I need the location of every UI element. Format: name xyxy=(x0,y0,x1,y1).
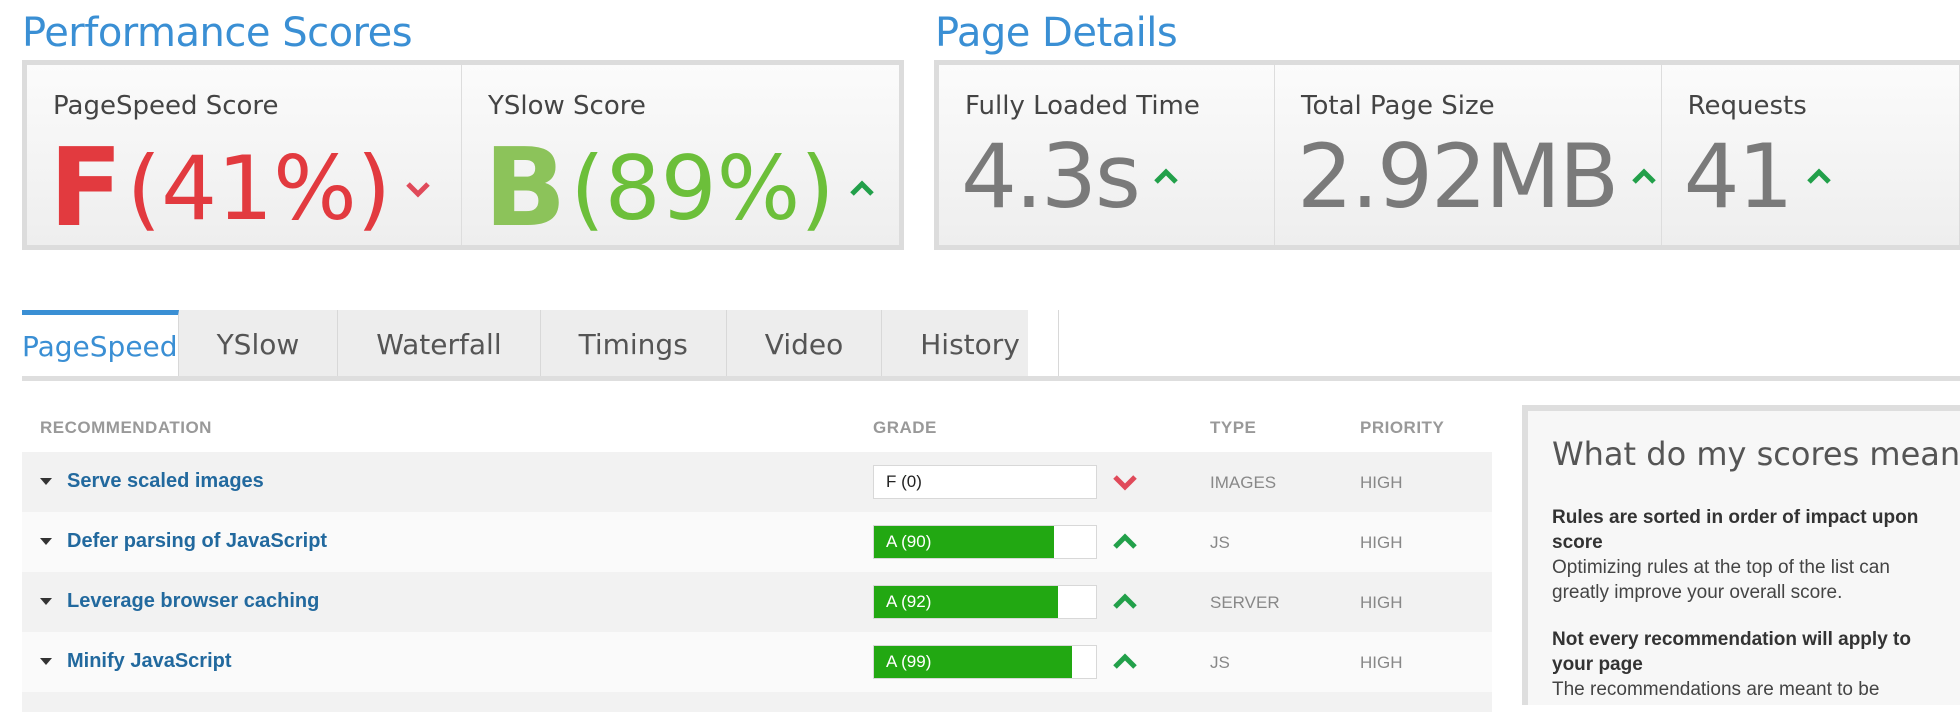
table-header: RECOMMENDATION GRADE TYPE PRIORITY xyxy=(22,400,1492,452)
fully-loaded-time-label: Fully Loaded Time xyxy=(965,91,1200,121)
yslow-score-label: YSlow Score xyxy=(488,91,646,121)
recommendation-link[interactable]: Defer parsing of JavaScript xyxy=(67,530,327,553)
trend-down-icon xyxy=(406,182,430,198)
grade-bar: F (0) xyxy=(873,465,1097,499)
yslow-percent: (89%) xyxy=(570,137,835,240)
grade-value: A (92) xyxy=(886,592,932,611)
grade-value: A (90) xyxy=(886,532,932,551)
tab-timings[interactable]: Timings xyxy=(541,310,727,378)
table-row[interactable]: Minify JavaScript A (99) JS HIGH xyxy=(22,632,1492,692)
pagespeed-score-card: PageSpeed Score F (41%) xyxy=(27,65,462,245)
total-page-size-card: Total Page Size 2.92MB xyxy=(1275,65,1662,245)
trend-up-icon xyxy=(1154,168,1178,184)
help-block-text: The recommendations are meant to be xyxy=(1552,679,1880,700)
help-block-heading: Not every recommendation will apply to y… xyxy=(1552,629,1911,675)
expand-caret-icon[interactable] xyxy=(40,598,52,605)
trend-down-icon xyxy=(1113,475,1137,491)
priority-value: HIGH xyxy=(1360,473,1403,492)
type-value: IMAGES xyxy=(1210,473,1277,492)
trend-up-icon xyxy=(1113,653,1137,669)
page-details-title: Page Details xyxy=(935,10,1178,56)
priority-value: HIGH xyxy=(1360,653,1403,672)
help-title: What do my scores mean? xyxy=(1552,435,1960,473)
performance-scores-title: Performance Scores xyxy=(22,10,413,56)
type-value: JS xyxy=(1210,533,1230,552)
trend-up-icon xyxy=(1113,593,1137,609)
priority-value: HIGH xyxy=(1360,593,1403,612)
table-row[interactable]: Leverage browser caching A (92) SERVER H… xyxy=(22,572,1492,632)
tab-divider xyxy=(22,376,1960,381)
total-page-size-label: Total Page Size xyxy=(1301,91,1495,121)
help-block-heading: Rules are sorted in order of impact upon… xyxy=(1552,507,1919,553)
recommendation-link[interactable]: Serve scaled images xyxy=(67,470,264,493)
recommendation-link[interactable]: Minify JavaScript xyxy=(67,650,232,673)
trend-up-icon xyxy=(1806,168,1831,184)
tab-history[interactable]: History xyxy=(882,310,1059,378)
yslow-score-card: YSlow Score B (89%) xyxy=(462,65,899,245)
grade-bar: A (90) xyxy=(873,525,1097,559)
expand-caret-icon[interactable] xyxy=(40,478,52,485)
grade-bar: A (92) xyxy=(873,585,1097,619)
expand-caret-icon[interactable] xyxy=(40,658,52,665)
header-recommendation[interactable]: RECOMMENDATION xyxy=(40,418,212,438)
requests-card: Requests 41 xyxy=(1662,65,1959,245)
tab-video[interactable]: Video xyxy=(727,310,883,378)
table-row[interactable]: Serve scaled images F (0) IMAGES HIGH xyxy=(22,452,1492,512)
grade-value: F (0) xyxy=(886,472,922,491)
table-row[interactable]: Defer parsing of JavaScript A (90) JS HI… xyxy=(22,512,1492,572)
pagespeed-percent: (41%) xyxy=(126,137,392,240)
header-priority[interactable]: PRIORITY xyxy=(1360,418,1444,438)
requests-value: 41 xyxy=(1683,125,1794,228)
report-tabs: PageSpeed YSlow Waterfall Timings Video … xyxy=(22,310,1059,378)
tab-waterfall[interactable]: Waterfall xyxy=(338,310,541,378)
priority-value: HIGH xyxy=(1360,533,1403,552)
expand-caret-icon[interactable] xyxy=(40,538,52,545)
type-value: SERVER xyxy=(1210,593,1280,612)
performance-scores-panel: PageSpeed Score F (41%) YSlow Score B (8… xyxy=(22,60,904,250)
total-page-size-value: 2.92MB xyxy=(1297,125,1619,228)
trend-up-icon xyxy=(1113,533,1137,549)
grade-bar: A (99) xyxy=(873,645,1097,679)
recommendations-table: RECOMMENDATION GRADE TYPE PRIORITY Serve… xyxy=(22,400,1492,712)
help-block: Not every recommendation will apply to y… xyxy=(1552,627,1942,702)
fully-loaded-time-value: 4.3s xyxy=(961,125,1141,228)
recommendation-link[interactable]: Leverage browser caching xyxy=(67,590,319,613)
tab-yslow[interactable]: YSlow xyxy=(179,310,339,378)
table-row xyxy=(22,692,1492,712)
tab-pagespeed[interactable]: PageSpeed xyxy=(22,310,179,378)
pagespeed-score-label: PageSpeed Score xyxy=(53,91,279,121)
header-type[interactable]: TYPE xyxy=(1210,418,1256,438)
trend-up-icon xyxy=(1632,168,1657,184)
trend-up-icon xyxy=(849,180,874,196)
help-block: Rules are sorted in order of impact upon… xyxy=(1552,505,1942,605)
scores-help-panel: What do my scores mean? Rules are sorted… xyxy=(1522,405,1960,705)
type-value: JS xyxy=(1210,653,1230,672)
header-grade[interactable]: GRADE xyxy=(873,418,937,438)
pagespeed-grade-letter: F xyxy=(49,126,123,251)
requests-label: Requests xyxy=(1687,91,1807,121)
page-details-panel: Fully Loaded Time 4.3s Total Page Size 2… xyxy=(934,60,1960,250)
fully-loaded-time-card: Fully Loaded Time 4.3s xyxy=(939,65,1276,245)
grade-value: A (99) xyxy=(886,652,932,671)
help-block-text: Optimizing rules at the top of the list … xyxy=(1552,557,1890,603)
yslow-grade-letter: B xyxy=(484,126,567,251)
